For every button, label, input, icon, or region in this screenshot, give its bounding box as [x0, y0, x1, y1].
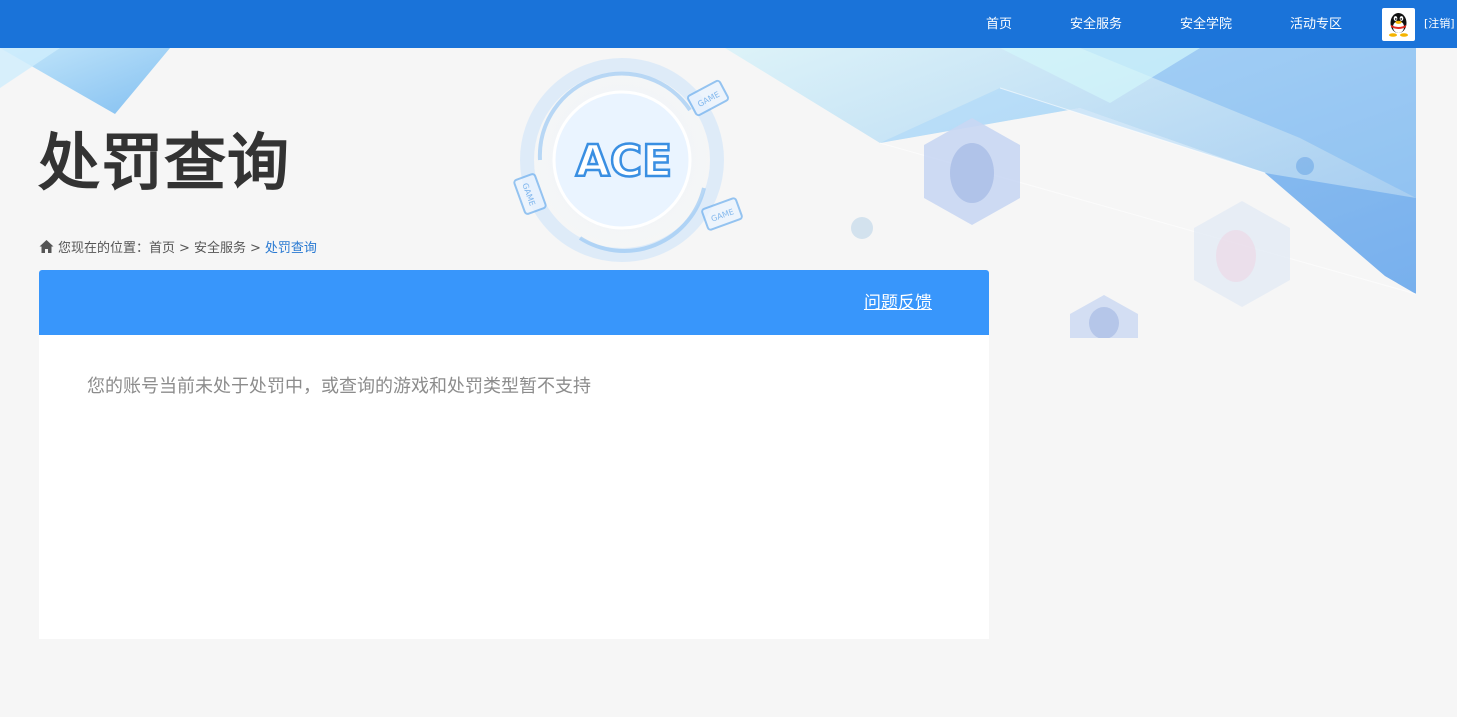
nav-item-events[interactable]: 活动专区	[1290, 16, 1342, 34]
breadcrumb-prefix: 您现在的位置：	[58, 241, 150, 256]
breadcrumb-separator: >	[179, 241, 190, 256]
home-icon	[39, 240, 54, 253]
breadcrumb-separator: >	[249, 241, 261, 256]
nav-item-security-services[interactable]: 安全服务	[1070, 16, 1122, 34]
avatar[interactable]	[1382, 8, 1415, 41]
result-message: 您的账号当前未处于处罚中，或查询的游戏和处罚类型暂不支持	[87, 376, 591, 397]
top-nav-bar: 首页 安全服务 安全学院 活动专区 [注销]	[0, 0, 1457, 48]
main-nav: 首页 安全服务 安全学院 活动专区	[0, 0, 1457, 48]
breadcrumb-item-home[interactable]: 首页	[149, 241, 175, 256]
breadcrumb-item-security-services[interactable]: 安全服务	[194, 241, 246, 256]
breadcrumb: 您现在的位置：首页 > 安全服务 > 处罚查询	[39, 239, 317, 257]
logout-link[interactable]: [注销]	[1424, 17, 1455, 31]
nav-item-home[interactable]: 首页	[986, 16, 1012, 34]
breadcrumb-item-current: 处罚查询	[264, 241, 317, 256]
feedback-link[interactable]: 问题反馈	[864, 292, 932, 314]
page-title: 处罚查询	[38, 126, 291, 199]
result-panel: 问题反馈 您的账号当前未处于处罚中，或查询的游戏和处罚类型暂不支持	[39, 270, 989, 639]
panel-header: 问题反馈	[39, 270, 989, 335]
nav-item-security-academy[interactable]: 安全学院	[1180, 16, 1232, 34]
qq-penguin-icon	[1389, 13, 1408, 37]
ace-logo: ACE	[576, 136, 672, 187]
